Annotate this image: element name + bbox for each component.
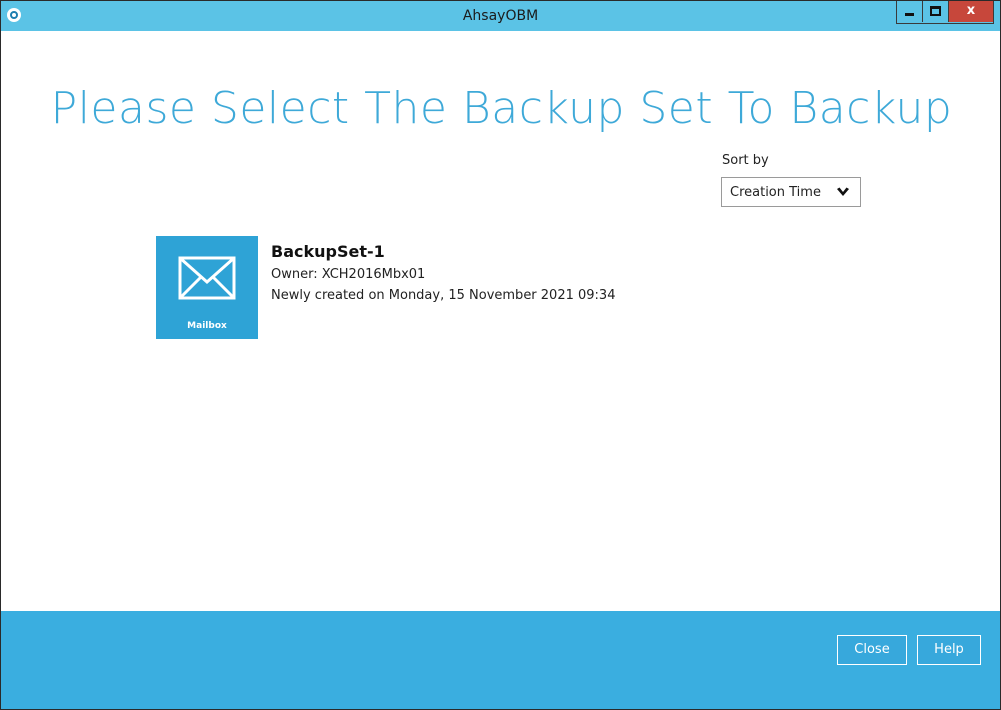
help-button[interactable]: Help	[917, 635, 981, 665]
backup-set-name[interactable]: BackupSet-1	[271, 242, 385, 261]
window-close-button[interactable]: x	[948, 1, 993, 22]
footer-bar: Close Help	[1, 611, 1000, 709]
sort-by-label: Sort by	[722, 153, 769, 168]
app-window: AhsayOBM x Please Select The Backup Set …	[0, 0, 1001, 710]
backup-set-type-label: Mailbox	[187, 321, 227, 331]
backup-set-created: Newly created on Monday, 15 November 202…	[271, 288, 616, 303]
chevron-down-icon	[837, 187, 849, 196]
close-button[interactable]: Close	[837, 635, 907, 665]
close-icon: x	[966, 3, 976, 18]
backup-set-tile[interactable]: Mailbox	[156, 236, 258, 339]
window-title: AhsayOBM	[462, 8, 539, 24]
envelope-icon	[178, 256, 236, 300]
minimize-button[interactable]	[897, 1, 922, 22]
window-controls: x	[896, 1, 994, 24]
page-title: Please Select The Backup Set To Backup	[50, 83, 953, 134]
sort-by-value: Creation Time	[730, 185, 821, 200]
title-bar[interactable]: AhsayOBM x	[1, 1, 1000, 31]
maximize-button[interactable]	[922, 1, 948, 22]
sort-by-dropdown[interactable]: Creation Time	[721, 177, 861, 207]
backup-set-owner: Owner: XCH2016Mbx01	[271, 267, 426, 282]
